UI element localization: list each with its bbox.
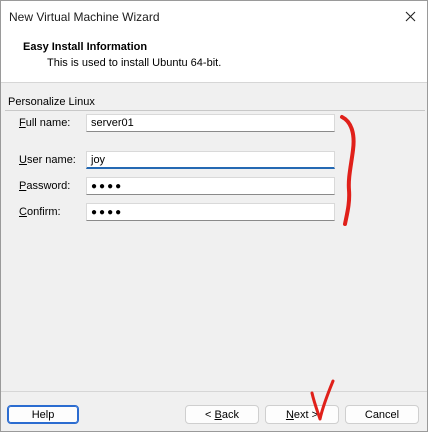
user-name-mnemonic: U xyxy=(19,154,27,166)
close-button[interactable] xyxy=(393,1,427,32)
header-title: Easy Install Information xyxy=(23,41,148,53)
wizard-window: New Virtual Machine Wizard Easy Install … xyxy=(0,0,428,432)
confirm-label-text: onfirm: xyxy=(26,206,61,218)
full-name-label-text: ull name: xyxy=(25,117,71,129)
full-name-label: Full name: xyxy=(19,117,70,129)
user-name-value: joy xyxy=(91,154,106,166)
help-label: Help xyxy=(31,408,55,421)
next-mnemonic: N xyxy=(285,408,294,421)
confirm-label: Confirm: xyxy=(19,206,61,218)
next-label-text: ext > xyxy=(293,408,319,421)
password-label-text: assword: xyxy=(26,180,71,192)
section-label: Personalize Linux xyxy=(8,96,95,108)
back-prefix: < xyxy=(205,408,215,421)
cancel-button[interactable]: Cancel xyxy=(345,405,419,424)
help-button[interactable]: Help xyxy=(7,405,79,424)
user-name-label: User name: xyxy=(19,154,76,166)
full-name-field[interactable]: server01 xyxy=(86,114,335,132)
header-subtitle: This is used to install Ubuntu 64-bit. xyxy=(47,57,222,69)
confirm-field[interactable]: ●●●● xyxy=(86,203,335,221)
user-name-label-text: ser name: xyxy=(26,154,76,166)
wizard-header: Easy Install Information This is used to… xyxy=(1,32,427,83)
window-title: New Virtual Machine Wizard xyxy=(9,10,160,24)
password-label: Password: xyxy=(19,180,70,192)
section-divider xyxy=(5,110,425,111)
title-bar: New Virtual Machine Wizard xyxy=(1,1,427,32)
next-button[interactable]: Next > xyxy=(265,405,339,424)
footer-divider xyxy=(1,391,427,392)
user-name-field[interactable]: joy xyxy=(86,151,335,169)
full-name-value: server01 xyxy=(91,117,134,129)
full-name-mnemonic: F xyxy=(19,117,26,129)
password-field[interactable]: ●●●● xyxy=(86,177,335,195)
confirm-value: ●●●● xyxy=(91,207,124,218)
confirm-mnemonic: C xyxy=(19,206,27,218)
password-value: ●●●● xyxy=(91,181,124,192)
close-icon xyxy=(405,11,415,22)
back-label-text: ack xyxy=(221,408,239,421)
back-mnemonic: B xyxy=(214,408,222,421)
cancel-label: Cancel xyxy=(364,408,400,421)
back-button[interactable]: < Back xyxy=(185,405,259,424)
